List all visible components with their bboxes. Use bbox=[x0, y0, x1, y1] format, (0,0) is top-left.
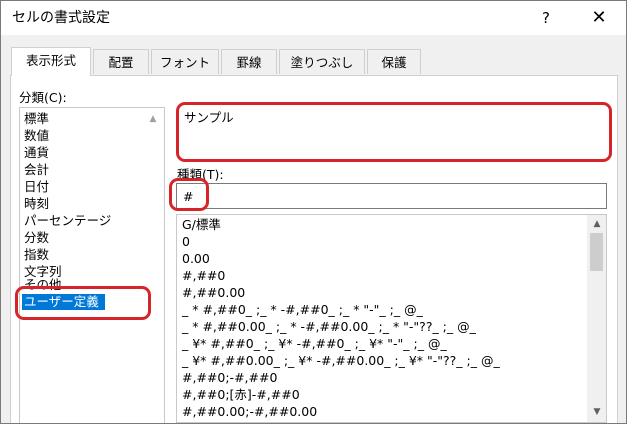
category-item-date[interactable]: 日付 bbox=[24, 179, 49, 195]
category-item-scientific[interactable]: 指数 bbox=[24, 247, 49, 263]
format-item[interactable]: #,##0.00;-#,##0.00 bbox=[182, 403, 317, 420]
format-cells-dialog: セルの書式設定 ? ✕ 表示形式 配置 フォント 罫線 塗りつぶし 保護 分類(… bbox=[0, 0, 627, 424]
format-item[interactable]: _ ¥* #,##0.00_ ;_ ¥* -#,##0.00_ ;_ ¥* "-… bbox=[182, 352, 500, 369]
category-item-fraction[interactable]: 分数 bbox=[24, 230, 49, 246]
scroll-up-icon[interactable]: ▲ bbox=[589, 217, 605, 231]
scrollbar-thumb[interactable] bbox=[590, 233, 603, 271]
format-item[interactable]: #,##0;[赤]-#,##0 bbox=[182, 386, 300, 403]
tab-font[interactable]: フォント bbox=[151, 49, 219, 74]
format-item[interactable]: _ ¥* #,##0_ ;_ ¥* -#,##0_ ;_ ¥* "-"_ ;_ … bbox=[182, 335, 447, 352]
category-item-general[interactable]: 標準 bbox=[24, 111, 49, 127]
type-label: 種類(T): bbox=[177, 167, 224, 182]
title-bar: セルの書式設定 ? ✕ bbox=[1, 1, 626, 35]
format-item[interactable]: _ * #,##0.00_ ;_ * -#,##0.00_ ;_ * "-"??… bbox=[182, 318, 476, 335]
format-item[interactable]: #,##0;-#,##0 bbox=[182, 369, 277, 386]
category-item-number[interactable]: 数値 bbox=[24, 128, 49, 144]
format-code-list[interactable]: G/標準 0 0.00 #,##0 #,##0.00 _ * #,##0_ ;_… bbox=[176, 214, 607, 423]
format-item[interactable]: 0.00 bbox=[182, 250, 210, 267]
tab-number-format[interactable]: 表示形式 bbox=[11, 47, 91, 76]
category-item-accounting[interactable]: 会計 bbox=[24, 162, 49, 178]
format-item[interactable]: _ * #,##0_ ;_ * -#,##0_ ;_ * "-"_ ;_ @_ bbox=[182, 301, 423, 318]
sample-preview bbox=[179, 124, 607, 159]
help-button[interactable]: ? bbox=[534, 7, 558, 29]
close-button[interactable]: ✕ bbox=[587, 7, 611, 29]
format-list-scrollbar[interactable]: ▲ ▼ bbox=[587, 215, 606, 422]
category-item-custom[interactable]: ユーザー定義 bbox=[22, 294, 105, 310]
format-item[interactable]: #,##0.00 bbox=[182, 284, 245, 301]
format-item[interactable]: 0 bbox=[182, 233, 190, 250]
tab-fill[interactable]: 塗りつぶし bbox=[279, 49, 365, 74]
format-item[interactable]: G/標準 bbox=[182, 216, 221, 233]
format-item[interactable]: #,##0 bbox=[182, 267, 225, 284]
tab-protection[interactable]: 保護 bbox=[367, 49, 421, 74]
type-input[interactable] bbox=[176, 183, 607, 209]
tab-border[interactable]: 罫線 bbox=[221, 49, 277, 74]
category-item-percentage[interactable]: パーセンテージ bbox=[24, 213, 111, 229]
category-item-currency[interactable]: 通貨 bbox=[24, 145, 49, 161]
scroll-down-icon[interactable]: ▼ bbox=[589, 405, 605, 419]
tab-alignment[interactable]: 配置 bbox=[93, 49, 149, 74]
category-scrollbar[interactable]: ▲ bbox=[142, 107, 164, 423]
category-item-special[interactable]: その他 bbox=[24, 277, 62, 293]
category-label: 分類(C): bbox=[19, 90, 67, 105]
dialog-title: セルの書式設定 bbox=[12, 10, 110, 26]
category-item-time[interactable]: 時刻 bbox=[24, 196, 49, 212]
scroll-up-icon[interactable]: ▲ bbox=[145, 112, 161, 126]
